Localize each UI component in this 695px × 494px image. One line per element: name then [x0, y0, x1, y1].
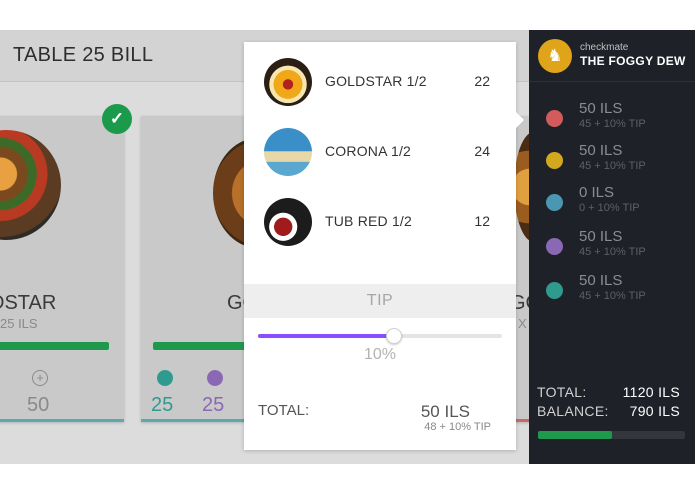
- card-item-price: X: [518, 316, 527, 331]
- sidebar-total-label: TOTAL:: [537, 384, 587, 400]
- diner-color-dot: [546, 152, 563, 169]
- diner-amount: 50 ILS: [579, 272, 623, 289]
- popup-item-qty: 12: [474, 213, 490, 229]
- card-count: 50: [27, 394, 50, 416]
- card-item-name: DSTAR: [0, 292, 57, 314]
- checkmark-icon: ✓: [102, 104, 132, 134]
- share-value-purple: 25: [202, 394, 225, 416]
- burger-food-image: [0, 130, 61, 240]
- diner-breakdown: 45 + 10% TIP: [579, 118, 646, 130]
- diner-row[interactable]: 50 ILS 45 + 10% TIP: [529, 228, 695, 268]
- app-window: TABLE 25 BILL DSTAR 25 ILS + 50 ✓ GO 25 …: [0, 30, 695, 464]
- sidebar-balance-value: 790 ILS: [629, 403, 680, 419]
- diner-color-dot: [546, 110, 563, 127]
- payment-progress-bar: [538, 431, 685, 439]
- diner-breakdown: 45 + 10% TIP: [579, 160, 646, 172]
- payment-progress-fill: [538, 431, 612, 439]
- tip-slider[interactable]: [258, 328, 502, 344]
- page-title: TABLE 25 BILL: [13, 44, 154, 66]
- diner-amount: 0 ILS: [579, 184, 615, 201]
- diner-breakdown: 45 + 10% TIP: [579, 290, 646, 302]
- diners-sidebar: ♞ checkmate THE FOGGY DEW 50 ILS 45 + 10…: [529, 30, 695, 464]
- card-paid-progress: [0, 342, 109, 350]
- diner-row[interactable]: 0 ILS 0 + 10% TIP: [529, 184, 695, 224]
- tip-slider-thumb[interactable]: [386, 328, 402, 344]
- diner-color-dot: [546, 238, 563, 255]
- tub-red-beer-thumb: [264, 198, 312, 246]
- diner-row[interactable]: 50 ILS 45 + 10% TIP: [529, 272, 695, 312]
- popup-item-name: TUB RED 1/2: [325, 213, 412, 229]
- share-underline: [145, 420, 185, 421]
- popup-total-label: TOTAL:: [258, 402, 310, 419]
- popup-total-breakdown: 48 + 10% TIP: [424, 421, 491, 433]
- popup-item-row[interactable]: GOLDSTAR 1/2 22: [244, 56, 516, 106]
- count-underline: [22, 420, 62, 421]
- popup-item-row[interactable]: CORONA 1/2 24: [244, 126, 516, 176]
- diner-breakdown: 0 + 10% TIP: [579, 202, 640, 214]
- card-item-price: 25 ILS: [0, 316, 38, 331]
- popup-item-name: GOLDSTAR 1/2: [325, 73, 427, 89]
- share-underline: [196, 420, 236, 421]
- diner-amount: 50 ILS: [579, 142, 623, 159]
- chess-knight-logo-icon: ♞: [538, 39, 572, 73]
- diner-breakdown: 45 + 10% TIP: [579, 246, 646, 258]
- popup-total-amount: 50 ILS: [420, 402, 470, 421]
- sidebar-balance-label: BALANCE:: [537, 403, 609, 419]
- restaurant-brand: ♞ checkmate THE FOGGY DEW: [529, 30, 695, 82]
- diner-row[interactable]: 50 ILS 45 + 10% TIP: [529, 100, 695, 140]
- popup-item-qty: 22: [474, 73, 490, 89]
- popup-item-row[interactable]: TUB RED 1/2 12: [244, 196, 516, 246]
- popup-item-name: CORONA 1/2: [325, 143, 412, 159]
- item-split-popup: GOLDSTAR 1/2 22 CORONA 1/2 24 TUB RED 1/…: [244, 42, 524, 450]
- corona-beer-thumb: [264, 128, 312, 176]
- app-name: checkmate: [580, 42, 629, 53]
- diner-amount: 50 ILS: [579, 100, 623, 117]
- sidebar-total-value: 1120 ILS: [622, 384, 680, 400]
- diner-row[interactable]: 50 ILS 45 + 10% TIP: [529, 142, 695, 182]
- popup-item-qty: 24: [474, 143, 490, 159]
- tip-slider-fill: [258, 334, 394, 338]
- add-share-icon[interactable]: +: [32, 370, 48, 386]
- menu-item-card-goldstar[interactable]: DSTAR 25 ILS + 50: [0, 116, 124, 422]
- tip-percent-value: 10%: [363, 346, 397, 363]
- diner-dot-teal[interactable]: [157, 370, 173, 386]
- diner-amount: 50 ILS: [579, 228, 623, 245]
- restaurant-name: THE FOGGY DEW: [580, 54, 686, 68]
- share-value-teal: 25: [151, 394, 174, 416]
- diner-color-dot: [546, 282, 563, 299]
- goldstar-beer-thumb: [264, 58, 312, 106]
- diner-dot-purple[interactable]: [207, 370, 223, 386]
- diner-color-dot: [546, 194, 563, 211]
- tip-section-header: TIP: [244, 284, 516, 318]
- menu-item-card-goldstar-2[interactable]: GO 25 25: [141, 116, 261, 422]
